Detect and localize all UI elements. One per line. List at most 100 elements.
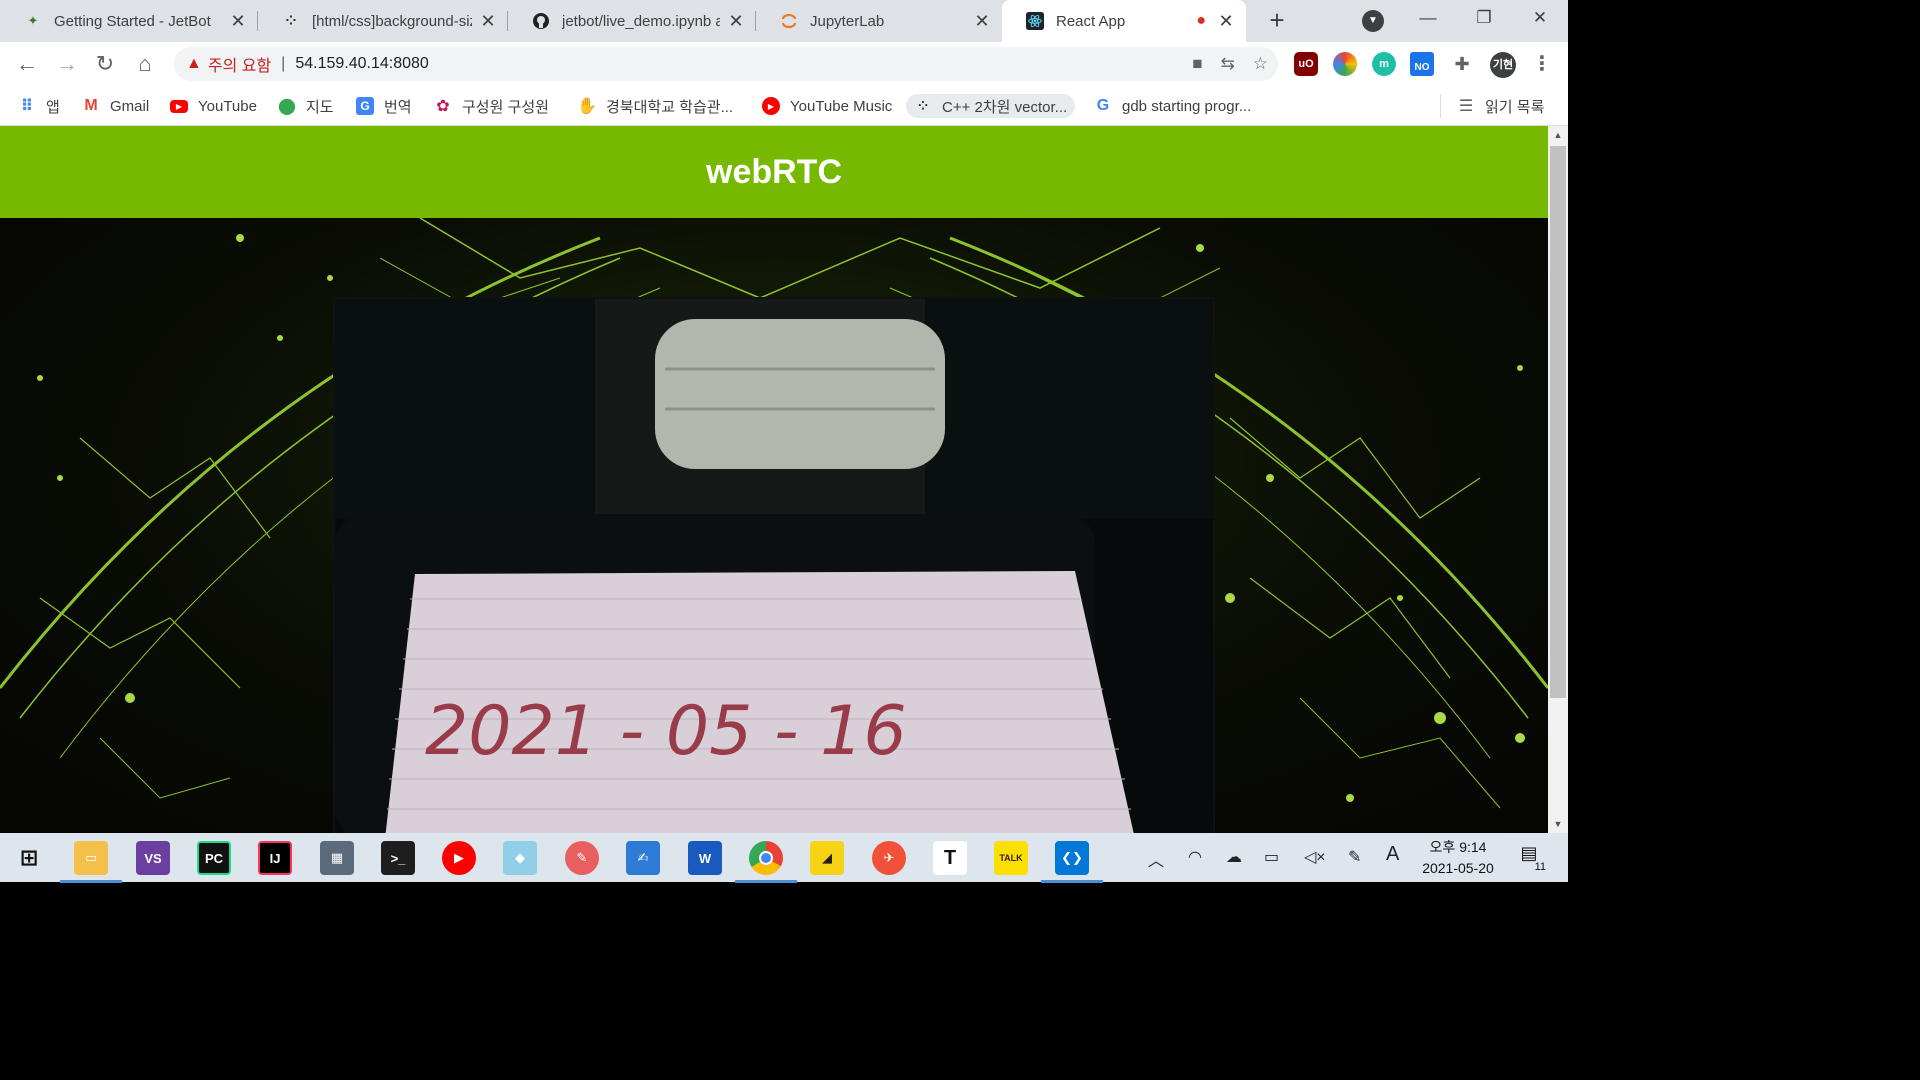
bookmark-cpp-vector[interactable]: ⁘ C++ 2차원 vector... — [906, 94, 1076, 118]
bookmark-apps[interactable]: ⠿ 앱 — [18, 94, 60, 118]
bookmark-label: Gmail — [110, 97, 150, 115]
chrome-menu-icon[interactable]: ⋮ — [1530, 52, 1554, 76]
close-tab-icon[interactable]: ✕ — [972, 11, 992, 32]
editor-icon[interactable]: ✍ — [626, 841, 660, 875]
ublock-icon[interactable]: uO — [1294, 52, 1318, 76]
tistory-icon: ⁘ — [285, 13, 297, 28]
restore-button[interactable]: ❐ — [1456, 0, 1512, 36]
typora-icon[interactable]: T — [933, 841, 967, 875]
notification-center-icon[interactable]: ▤ 11 — [1512, 843, 1546, 873]
webrtc-video-stream[interactable]: 2021 - 05 - 16 — [333, 297, 1215, 833]
address-bar[interactable]: ▲ 주의 요함 | 54.159.40.14:8080 ■ ⇆ ☆ — [174, 47, 1278, 81]
tab-github[interactable]: jetbot/live_demo.ipynb at ✕ — [508, 0, 756, 42]
tab-react-app[interactable]: React App ● ✕ — [1002, 0, 1246, 42]
camera-in-use-icon[interactable]: ■ — [1192, 54, 1202, 74]
bookmark-maps[interactable]: ⬤ 지도 — [278, 94, 334, 118]
knu-icon: ✋ — [577, 98, 597, 115]
vscode-icon[interactable]: ❮❯ — [1041, 841, 1103, 883]
close-tab-icon[interactable]: ✕ — [478, 11, 498, 32]
bookmark-label: 지도 — [306, 98, 334, 116]
wifi-icon[interactable]: ◠ — [1188, 847, 1202, 867]
translate-page-icon[interactable]: ⇆ — [1221, 54, 1235, 74]
swift-icon[interactable]: ✈ — [872, 841, 906, 875]
pycharm-icon[interactable]: PC — [197, 841, 231, 875]
tab-background-size[interactable]: ⁘ [html/css]background-size ✕ — [258, 0, 508, 42]
youtube-music-icon[interactable]: ▶ — [442, 841, 476, 875]
bookmark-gmail[interactable]: M Gmail — [82, 94, 149, 118]
tistory-icon: ⁘ — [917, 99, 929, 113]
terminal-icon[interactable]: >_ — [381, 841, 415, 875]
tab-jetbot[interactable]: ✦ Getting Started - JetBot ✕ — [0, 0, 258, 42]
visual-studio-icon[interactable]: VS — [136, 841, 170, 875]
warning-icon[interactable]: ▲ — [186, 55, 202, 73]
ime-indicator[interactable]: A — [1386, 843, 1399, 866]
notification-count-badge: 11 — [1534, 861, 1546, 873]
bookmark-star-icon[interactable]: ☆ — [1253, 54, 1268, 74]
tab-title: [html/css]background-size — [312, 12, 472, 30]
home-button[interactable]: ⌂ — [130, 50, 160, 78]
close-tab-icon[interactable]: ✕ — [726, 11, 746, 32]
close-window-button[interactable]: ✕ — [1512, 0, 1568, 36]
clock-time: 오후 9:14 — [1429, 839, 1487, 855]
gmail-icon: M — [84, 97, 98, 114]
kakaotalk-icon[interactable]: TALK — [994, 841, 1028, 875]
bookmark-youtube[interactable]: ▶ YouTube — [170, 94, 257, 118]
volume-muted-icon[interactable]: ◁× — [1304, 847, 1326, 867]
profile-avatar[interactable]: 기현 — [1490, 52, 1516, 78]
tab-strip: ✦ Getting Started - JetBot ✕ ⁘ [html/css… — [0, 0, 1568, 42]
intellij-icon[interactable]: IJ — [258, 841, 292, 875]
scroll-down-icon[interactable]: ▼ — [1548, 815, 1568, 833]
m-extension-icon[interactable]: m — [1372, 52, 1396, 76]
translate-icon: G — [356, 97, 374, 115]
tab-title: React App — [1056, 12, 1126, 30]
page-scrollbar[interactable]: ▲ ▼ — [1548, 126, 1568, 833]
bookmark-label: 앱 — [46, 98, 60, 116]
bookmark-members[interactable]: ✿ 구성원 구성원 — [434, 94, 549, 118]
forward-button[interactable]: → — [52, 50, 82, 78]
url-text[interactable]: 54.159.40.14:8080 — [295, 55, 428, 73]
bookmark-gdb[interactable]: G gdb starting progr... — [1094, 94, 1251, 118]
tab-title: JupyterLab — [810, 12, 885, 30]
close-tab-icon[interactable]: ✕ — [228, 11, 248, 32]
paint-icon[interactable]: ✎ — [565, 841, 599, 875]
sticky-notes-icon[interactable]: ◢ — [810, 841, 844, 875]
bookmark-knu[interactable]: ✋ 경북대학교 학습관... — [577, 94, 733, 118]
word-icon[interactable]: W — [688, 841, 722, 875]
pen-icon[interactable]: ✎ — [1348, 847, 1361, 867]
tab-title: Getting Started - JetBot — [54, 12, 211, 30]
bookmark-translate[interactable]: G 번역 — [356, 94, 412, 118]
github-icon — [532, 12, 550, 30]
face-mask — [655, 319, 945, 469]
file-explorer-icon[interactable]: ▭ — [60, 841, 122, 883]
scrollbar-thumb[interactable] — [1550, 146, 1566, 698]
page-header: webRTC — [0, 126, 1548, 218]
close-tab-icon[interactable]: ✕ — [1216, 11, 1236, 32]
extensions-puzzle-icon[interactable]: ✚ — [1450, 52, 1474, 76]
no-extension-icon[interactable]: NO — [1410, 52, 1434, 76]
scroll-up-icon[interactable]: ▲ — [1548, 126, 1568, 144]
bookmark-youtube-music[interactable]: ▶ YouTube Music — [762, 94, 892, 118]
notepad-icon[interactable]: ◆ — [503, 841, 537, 875]
tab-search-icon[interactable]: ▼ — [1362, 10, 1384, 32]
battery-icon[interactable]: ▭ — [1264, 847, 1279, 867]
reload-button[interactable]: ↻ — [90, 50, 120, 78]
color-picker-extension-icon[interactable] — [1333, 52, 1357, 76]
youtube-icon: ▶ — [170, 99, 188, 113]
minimize-button[interactable]: — — [1400, 0, 1456, 36]
onedrive-icon[interactable]: ☁ — [1226, 847, 1242, 867]
back-button[interactable]: ← — [12, 50, 42, 78]
browser-toolbar: ← → ↻ ⌂ ▲ 주의 요함 | 54.159.40.14:8080 ■ ⇆ … — [0, 42, 1568, 86]
not-secure-label[interactable]: 주의 요함 — [208, 52, 271, 76]
calculator-icon[interactable]: ▦ — [320, 841, 354, 875]
tab-jupyterlab[interactable]: JupyterLab ✕ — [756, 0, 1002, 42]
jetbot-icon: ✦ — [27, 13, 39, 28]
clock-date: 2021-05-20 — [1422, 860, 1494, 876]
reading-list-button[interactable]: ☰ 읽기 목록 — [1440, 94, 1544, 118]
new-tab-button[interactable]: + — [1262, 6, 1292, 36]
chrome-icon[interactable] — [735, 841, 797, 883]
windows-start-icon[interactable]: ⊞ — [12, 841, 46, 875]
recording-indicator-icon: ● — [1196, 12, 1206, 29]
bookmark-label: YouTube — [198, 97, 257, 115]
system-clock[interactable]: 오후 9:14 2021-05-20 — [1412, 837, 1504, 879]
tray-overflow-icon[interactable]: ︿ — [1148, 847, 1164, 871]
